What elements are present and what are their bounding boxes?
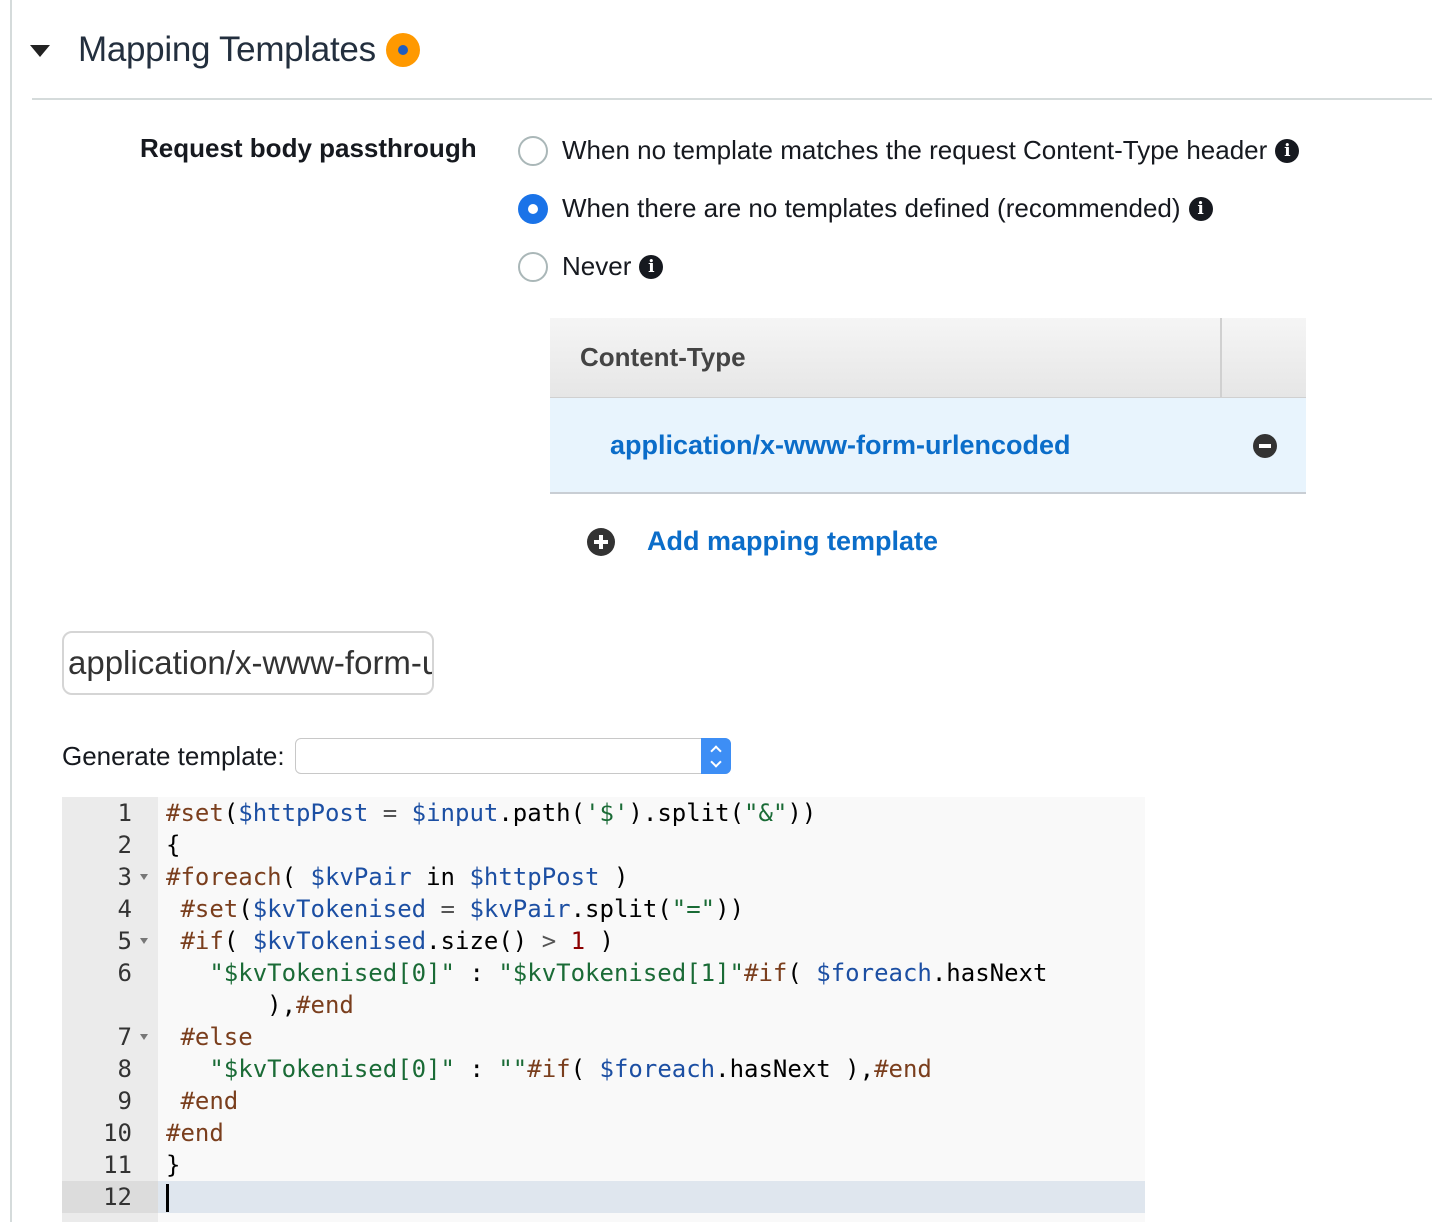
template-code-editor[interactable]: 1 #set($httpPost = $input.path('$').split… [62, 797, 1145, 1222]
code-line[interactable]: 10 #end [62, 1117, 1145, 1149]
code-text: #foreach( $kvPair in $httpPost ) [166, 863, 629, 891]
table-header: Content-Type [550, 318, 1306, 398]
add-mapping-template[interactable]: Add mapping template [587, 526, 938, 557]
fold-arrow-icon[interactable] [140, 1034, 148, 1040]
code-text: #if( $kvTokenised.size() > 1 ) [180, 927, 614, 955]
select-stepper-icon[interactable] [700, 738, 731, 774]
line-number: 7 [117, 1023, 132, 1051]
column-header-content-type: Content-Type [580, 342, 746, 372]
caret-down-icon[interactable] [30, 45, 50, 57]
add-plus-icon[interactable] [587, 527, 615, 556]
code-text: #end [180, 1087, 239, 1115]
header-divider [32, 98, 1432, 100]
code-line[interactable]: 12 [62, 1181, 1145, 1213]
radio-button[interactable] [518, 251, 548, 282]
line-number: 6 [117, 959, 132, 987]
radio-label: When no template matches the request Con… [562, 135, 1268, 165]
line-number: 5 [117, 927, 132, 955]
line-number: 12 [103, 1183, 132, 1211]
line-number: 11 [103, 1151, 132, 1179]
line-number: 4 [117, 895, 132, 923]
info-icon[interactable]: i [639, 254, 664, 279]
radio-option-no-templates[interactable]: When there are no templates defined (rec… [518, 193, 1213, 224]
content-type-table: Content-Type application/x-www-form-urle… [550, 318, 1306, 494]
passthrough-label: Request body passthrough [140, 133, 477, 163]
line-number: 9 [117, 1087, 132, 1115]
code-line[interactable]: 7 #else [62, 1021, 1145, 1053]
left-border [10, 0, 12, 1222]
code-text: { [166, 831, 181, 859]
code-line[interactable]: 2{ [62, 829, 1145, 861]
code-line[interactable]: 9 #end [62, 1085, 1145, 1117]
code-text: #set($httpPost = $input.path('$').split(… [166, 799, 817, 827]
code-text: "$kvTokenised[0]" : ""#if( $foreach.hasN… [209, 1055, 932, 1083]
remove-minus-icon[interactable] [1253, 434, 1277, 458]
code-text: "$kvTokenised[0]" : "$kvTokenised[1]"#if… [209, 959, 1048, 987]
section-title: Mapping Templates [78, 30, 376, 69]
content-type-input[interactable] [62, 631, 434, 695]
fold-arrow-icon[interactable] [140, 938, 148, 944]
generate-template-label: Generate template: [62, 740, 285, 771]
radio-button-checked[interactable] [518, 193, 548, 224]
text-cursor [166, 1184, 169, 1212]
code-text: #else [180, 1023, 253, 1051]
table-row[interactable]: application/x-www-form-urlencoded [550, 398, 1306, 494]
generate-template-row: Generate template: [62, 738, 731, 774]
line-number: 2 [117, 831, 132, 859]
radio-label: Never [562, 251, 632, 281]
info-icon[interactable]: i [1275, 138, 1300, 163]
line-number: 1 [117, 799, 132, 827]
radio-label: When there are no templates defined (rec… [562, 193, 1181, 223]
line-number: 10 [103, 1119, 132, 1147]
column-divider [1220, 318, 1222, 398]
line-number: 8 [117, 1055, 132, 1083]
unsaved-changes-badge-icon [385, 33, 420, 67]
code-line[interactable]: 5 #if( $kvTokenised.size() > 1 ) [62, 925, 1145, 957]
code-line[interactable]: ),#end [62, 989, 1145, 1021]
code-line[interactable]: 1 #set($httpPost = $input.path('$').split… [62, 797, 1145, 829]
code-text: ),#end [166, 991, 354, 1019]
code-line[interactable]: 8 "$kvTokenised[0]" : ""#if( $foreach.ha… [62, 1053, 1145, 1085]
code-text: #end [166, 1119, 224, 1147]
section-header[interactable]: Mapping Templates [30, 26, 420, 74]
code-text: #set($kvTokenised = $kvPair.split("=")) [180, 895, 745, 923]
fold-arrow-icon[interactable] [140, 874, 148, 880]
add-mapping-template-link[interactable]: Add mapping template [647, 526, 938, 557]
code-text: } [166, 1151, 181, 1179]
generate-template-select[interactable] [294, 738, 731, 774]
content-type-link[interactable]: application/x-www-form-urlencoded [550, 430, 1071, 461]
radio-option-never[interactable]: Never i [518, 251, 664, 282]
radio-button[interactable] [518, 135, 548, 166]
code-line[interactable]: 4 #set($kvTokenised = $kvPair.split("=")… [62, 893, 1145, 925]
radio-option-no-match[interactable]: When no template matches the request Con… [518, 135, 1300, 166]
code-line[interactable]: 11} [62, 1149, 1145, 1181]
info-icon[interactable]: i [1188, 196, 1213, 221]
code-line[interactable]: 6 "$kvTokenised[0]" : "$kvTokenised[1]"#… [62, 957, 1145, 989]
code-line[interactable]: 3 #foreach( $kvPair in $httpPost ) [62, 861, 1145, 893]
line-number: 3 [117, 863, 132, 891]
